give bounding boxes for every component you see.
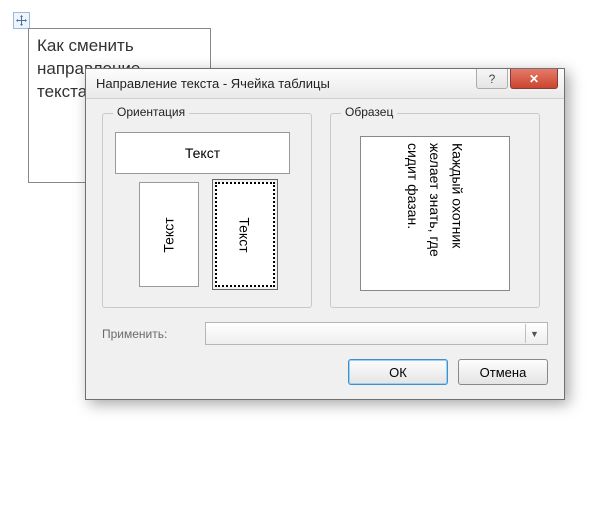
move-arrows-icon <box>16 15 27 26</box>
sample-text: Каждый охотник желает знать, где сидит ф… <box>397 139 472 289</box>
close-icon: ✕ <box>529 72 539 86</box>
orientation-text: Текст <box>161 217 177 252</box>
sample-preview: Каждый охотник желает знать, где сидит ф… <box>360 136 510 291</box>
orientation-text: Текст <box>237 217 253 252</box>
apply-to-select[interactable]: ▼ <box>205 322 548 345</box>
orientation-text: Текст <box>185 145 220 161</box>
sample-panel: Образец Каждый охотник желает знать, где… <box>330 113 540 308</box>
orientation-panel: Ориентация Текст Текст Текст <box>102 113 312 308</box>
orientation-horizontal-option[interactable]: Текст <box>115 132 290 174</box>
text-direction-dialog: Направление текста - Ячейка таблицы ? ✕ … <box>85 68 565 400</box>
help-icon: ? <box>489 72 496 86</box>
ok-button[interactable]: ОК <box>348 359 448 385</box>
orientation-vertical-right-option[interactable]: Текст <box>215 182 275 287</box>
chevron-down-icon: ▼ <box>525 324 543 343</box>
orientation-vertical-left-option[interactable]: Текст <box>139 182 199 287</box>
cancel-label: Отмена <box>480 365 527 380</box>
table-move-handle[interactable] <box>13 12 30 29</box>
ok-label: ОК <box>389 365 407 380</box>
close-button[interactable]: ✕ <box>510 69 558 89</box>
orientation-legend: Ориентация <box>113 105 189 119</box>
dialog-titlebar: Направление текста - Ячейка таблицы ? ✕ <box>86 69 564 99</box>
help-button[interactable]: ? <box>476 69 508 89</box>
cancel-button[interactable]: Отмена <box>458 359 548 385</box>
dialog-title: Направление текста - Ячейка таблицы <box>96 76 476 91</box>
sample-legend: Образец <box>341 105 397 119</box>
apply-to-label: Применить: <box>102 327 197 341</box>
